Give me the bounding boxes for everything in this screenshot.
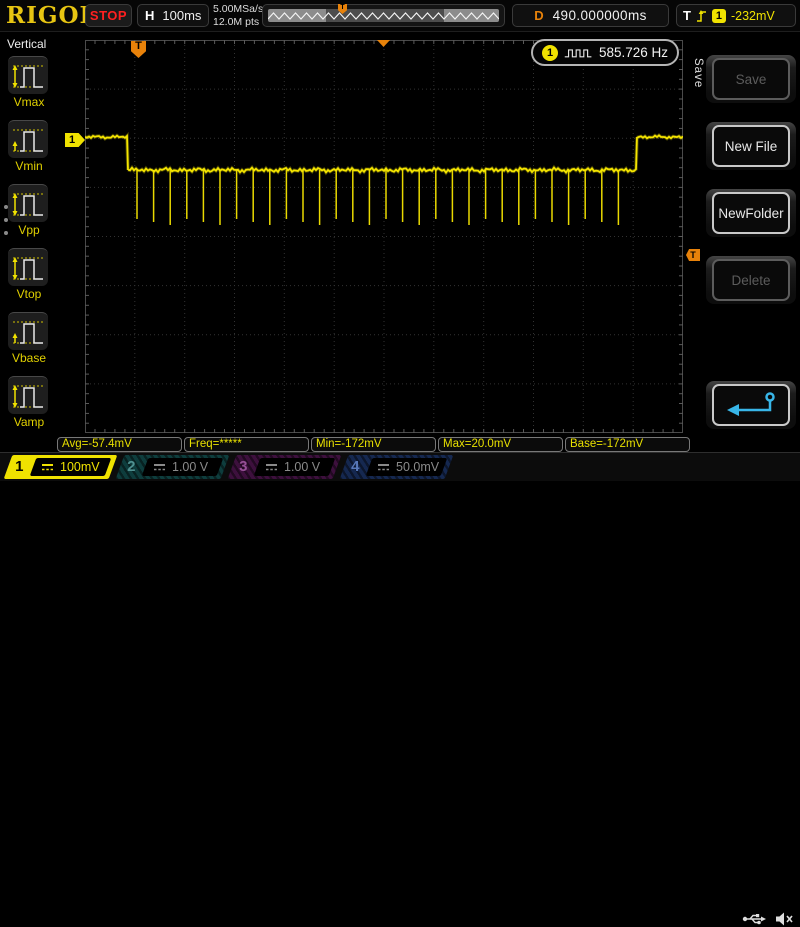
sidebar-item-label: Vmin xyxy=(15,159,43,173)
delay-value: 490.000000ms xyxy=(552,8,647,23)
menu-slot: NewFolder xyxy=(706,189,796,237)
vamp-icon xyxy=(8,376,48,414)
channel-4-number: 4 xyxy=(351,458,360,475)
sidebar-item-vmax[interactable]: Vmax xyxy=(8,56,50,109)
waveform-overview-bar[interactable]: T xyxy=(262,4,505,27)
sidebar-item-label: Vamp xyxy=(13,415,45,429)
trigger-slope-rising-icon xyxy=(696,9,706,22)
frequency-counter-badge: 1 585.726 Hz xyxy=(531,39,679,66)
vbase-icon xyxy=(8,312,48,350)
sidebar-title: Vertical xyxy=(7,37,47,51)
channel-status-bar: 1 100mV 2 1.00 V 3 1.00 V 4 50.0mV xyxy=(0,452,800,926)
dc-coupling-icon xyxy=(42,464,53,471)
delay-box: D 490.000000ms xyxy=(512,4,669,27)
menu-button-new-folder[interactable]: NewFolder xyxy=(712,192,790,234)
sidebar-item-vbase[interactable]: Vbase xyxy=(8,312,50,365)
sample-rate: 5.00MSa/s xyxy=(213,3,264,15)
menu-slot: New File xyxy=(706,122,796,170)
menu-button-back[interactable] xyxy=(712,384,790,426)
menu-slot xyxy=(706,381,796,429)
menu-slot: Delete xyxy=(706,256,796,304)
menu-slot: Save xyxy=(706,55,796,103)
trigger-level-marker[interactable]: T xyxy=(686,249,700,261)
status-icons xyxy=(742,911,794,927)
sidebar-item-label: Vmax xyxy=(13,95,45,109)
sidebar-item-label: Vpp xyxy=(18,223,40,237)
menu-tab-save: Save xyxy=(692,58,704,89)
square-wave-icon xyxy=(564,48,592,57)
channel1-reference-marker[interactable]: 1 xyxy=(65,133,85,147)
dc-coupling-icon xyxy=(266,464,277,471)
channel-3-status[interactable]: 3 1.00 V xyxy=(227,455,342,479)
channel-1-number: 1 xyxy=(15,458,24,475)
measure-sidebar: Vertical Vmax Vmin Vpp Vtop Vbase Vamp xyxy=(0,32,57,452)
channel-4-status[interactable]: 4 50.0mV xyxy=(339,455,454,479)
trigger-label: T xyxy=(683,8,691,23)
return-arrow-icon xyxy=(727,392,775,416)
measurement-min: Min=-172mV xyxy=(311,437,436,452)
channel-2-number: 2 xyxy=(127,458,136,475)
vpp-icon xyxy=(8,184,48,222)
scope-grid-and-waveform xyxy=(85,40,683,433)
menu-button-save[interactable]: Save xyxy=(712,58,790,100)
sidebar-item-vtop[interactable]: Vtop xyxy=(8,248,50,301)
vtop-icon xyxy=(8,248,48,286)
dc-coupling-icon xyxy=(154,464,165,471)
channel-2-scale: 1.00 V xyxy=(172,460,209,474)
waveform-overview-band[interactable]: T xyxy=(268,4,499,22)
vmin-icon xyxy=(8,120,48,158)
channel-1-status[interactable]: 1 100mV xyxy=(3,455,118,479)
measurement-base: Base=-172mV xyxy=(565,437,690,452)
menu-button-delete[interactable]: Delete xyxy=(712,259,790,301)
horizontal-timebase-box[interactable]: H 100ms xyxy=(137,4,209,27)
sidebar-item-label: Vtop xyxy=(16,287,42,301)
channel-2-status[interactable]: 2 1.00 V xyxy=(115,455,230,479)
horizontal-label: H xyxy=(145,8,155,23)
menu-button-new-file[interactable]: New File xyxy=(712,125,790,167)
usb-icon xyxy=(742,914,766,925)
measurement-avg: Avg=-57.4mV xyxy=(57,437,182,452)
dc-coupling-icon xyxy=(378,464,389,471)
run-status-text: STOP xyxy=(89,8,128,23)
measurement-max: Max=20.0mV xyxy=(438,437,563,452)
frequency-counter-channel-badge: 1 xyxy=(542,44,558,61)
sidebar-item-vamp[interactable]: Vamp xyxy=(8,376,50,429)
channel-4-scale: 50.0mV xyxy=(396,460,440,474)
rigol-logo: RIGOL xyxy=(6,2,97,29)
vmax-icon xyxy=(8,56,48,94)
channel-3-number: 3 xyxy=(239,458,248,475)
sidebar-item-vpp[interactable]: Vpp xyxy=(8,184,50,237)
waveform-display-area xyxy=(85,40,683,433)
channel-1-scale: 100mV xyxy=(60,460,100,474)
run-status-badge: STOP xyxy=(85,4,132,27)
frequency-counter-value: 585.726 Hz xyxy=(598,45,668,60)
trigger-info-box[interactable]: T 1 -232mV xyxy=(676,4,796,27)
channel-3-scale: 1.00 V xyxy=(284,460,321,474)
acquisition-info: 5.00MSa/s 12.0M pts xyxy=(213,3,263,28)
sidebar-item-vmin[interactable]: Vmin xyxy=(8,120,50,173)
delay-label: D xyxy=(534,8,544,23)
speaker-muted-icon xyxy=(776,912,793,926)
sidebar-item-label: Vbase xyxy=(11,351,47,365)
overview-waveform-icon xyxy=(268,12,499,20)
trigger-level-value: -232mV xyxy=(730,8,775,23)
sidebar-page-dots xyxy=(4,196,8,244)
measurement-freq: Freq=***** xyxy=(184,437,309,452)
memory-depth: 12.0M pts xyxy=(213,15,260,28)
timebase-value: 100ms xyxy=(162,8,202,23)
trigger-source-badge: 1 xyxy=(711,8,726,23)
top-status-bar: RIGOL STOP H 100ms 5.00MSa/s 12.0M pts T… xyxy=(0,0,800,32)
